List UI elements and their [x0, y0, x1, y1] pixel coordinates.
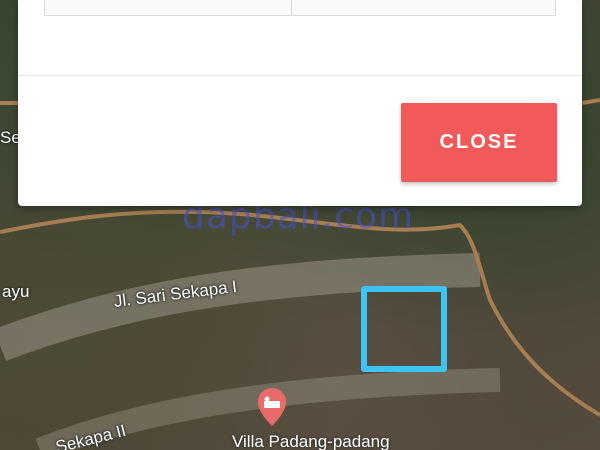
info-modal: CLOSE	[18, 0, 582, 206]
table-cell-divider	[291, 0, 292, 15]
modal-divider	[18, 75, 582, 76]
selected-plot-marker[interactable]	[361, 286, 447, 372]
close-button[interactable]: CLOSE	[401, 103, 557, 182]
info-table	[44, 0, 556, 16]
hotel-bed-pin-icon[interactable]	[256, 386, 288, 428]
road-label-ayu: ayu	[2, 282, 30, 301]
place-label: Villa Padang-padang	[232, 432, 390, 450]
